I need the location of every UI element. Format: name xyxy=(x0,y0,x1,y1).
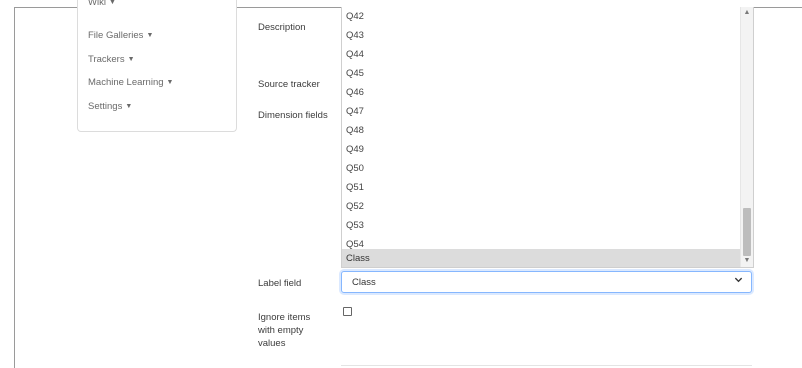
listbox-scrollbar[interactable]: ▲ ▼ xyxy=(740,7,753,267)
sidebar-item-label: Settings xyxy=(88,101,123,112)
listbox-option-selected[interactable]: Class xyxy=(342,249,740,267)
dimension-fields-label: Dimension fields xyxy=(258,110,328,121)
listbox-option[interactable]: Q48 xyxy=(342,121,740,140)
source-tracker-label: Source tracker xyxy=(258,79,320,90)
scroll-up-arrow-icon[interactable]: ▲ xyxy=(741,7,753,19)
sidebar-item-settings[interactable]: Settings ▼ xyxy=(88,101,132,112)
listbox-option[interactable]: Q43 xyxy=(342,26,740,45)
listbox-option[interactable]: Q45 xyxy=(342,64,740,83)
dimension-fields-listbox[interactable]: Q42 Q43 Q44 Q45 Q46 Q47 Q48 Q49 Q50 Q51 … xyxy=(341,7,754,268)
caret-down-icon: ▼ xyxy=(125,103,133,110)
ignore-items-label: Ignore items with empty values xyxy=(258,311,310,350)
listbox-option[interactable]: Q51 xyxy=(342,178,740,197)
listbox-option[interactable]: Q46 xyxy=(342,83,740,102)
sidebar-menu: Wiki ▼ File Galleries ▼ Trackers ▼ Machine … xyxy=(77,0,237,132)
sidebar-item-label: Trackers xyxy=(88,54,125,65)
caret-down-icon: ▼ xyxy=(146,32,154,39)
label-field-label: Label field xyxy=(258,278,302,289)
ignore-items-label-line: Ignore items xyxy=(258,312,311,323)
listbox-option[interactable]: Q53 xyxy=(342,216,740,235)
content-frame-left-border xyxy=(14,7,15,368)
ignore-items-checkbox[interactable] xyxy=(343,307,352,316)
sidebar-item-label: Machine Learning xyxy=(88,77,164,88)
sidebar-item-trackers[interactable]: Trackers ▼ xyxy=(88,54,135,65)
sidebar-item-machine-learning[interactable]: Machine Learning ▼ xyxy=(88,77,173,88)
sidebar-item-label: Wiki xyxy=(88,0,106,8)
caret-down-icon: ▼ xyxy=(166,79,174,86)
listbox-option[interactable]: Q50 xyxy=(342,159,740,178)
listbox-option[interactable]: Q52 xyxy=(342,197,740,216)
chevron-down-icon xyxy=(734,275,743,287)
listbox-option[interactable]: Q47 xyxy=(342,102,740,121)
label-field-selected-value: Class xyxy=(352,277,376,288)
scroll-down-arrow-icon[interactable]: ▼ xyxy=(741,255,753,267)
scrollbar-thumb[interactable] xyxy=(743,208,751,256)
description-label: Description xyxy=(258,22,306,33)
listbox-option[interactable]: Q44 xyxy=(342,45,740,64)
sidebar-item-wiki[interactable]: Wiki ▼ xyxy=(88,0,116,8)
listbox-option[interactable]: Q42 xyxy=(342,7,740,26)
listbox-option[interactable]: Q49 xyxy=(342,140,740,159)
ignore-items-label-line: with empty xyxy=(258,325,304,336)
sidebar-item-label: File Galleries xyxy=(88,30,144,41)
ignore-items-label-line: values xyxy=(258,338,286,349)
label-field-select[interactable]: Class xyxy=(341,271,752,293)
caret-down-icon: ▼ xyxy=(127,56,135,63)
caret-down-icon: ▼ xyxy=(108,0,116,6)
form-divider xyxy=(341,365,752,366)
sidebar-item-file-galleries[interactable]: File Galleries ▼ xyxy=(88,30,153,41)
